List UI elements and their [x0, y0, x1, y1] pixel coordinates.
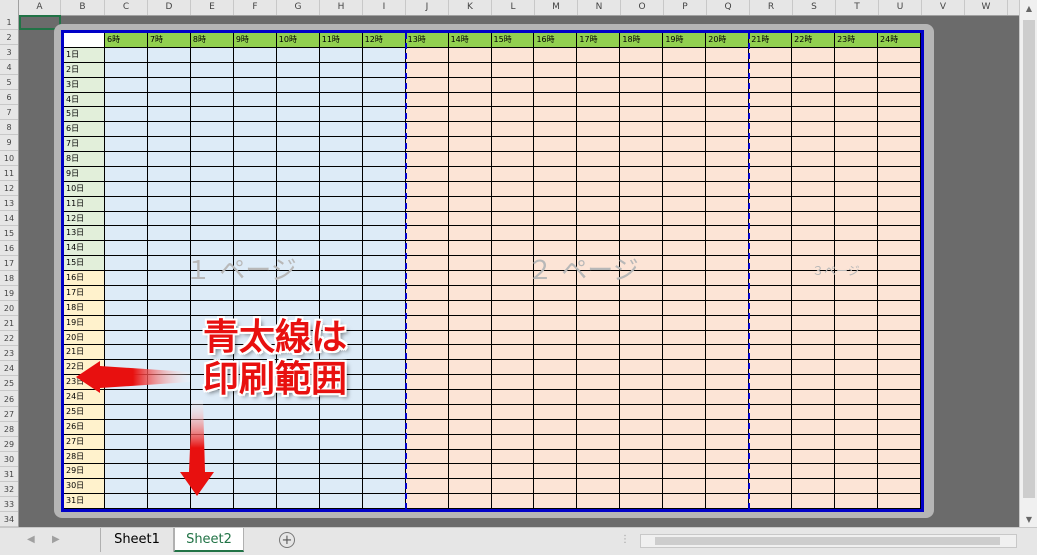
next-sheet-icon[interactable]: ▶: [52, 534, 60, 545]
down-arrow-icon: [180, 400, 214, 496]
tab-sheet2[interactable]: Sheet2: [174, 528, 244, 552]
horizontal-scroll-thumb[interactable]: [655, 537, 1000, 545]
scroll-up-icon[interactable]: ▲: [1023, 3, 1035, 15]
tab-sheet1[interactable]: Sheet1: [100, 528, 174, 552]
vertical-scroll-thumb[interactable]: [1023, 20, 1035, 498]
sheet-tab-bar: ◀ ▶ Sheet1 Sheet2 + ⋮: [0, 527, 1037, 555]
prev-sheet-icon[interactable]: ◀: [27, 534, 35, 545]
callout-line-1: 青太線は: [203, 317, 348, 358]
scroll-down-icon[interactable]: ▼: [1023, 514, 1035, 526]
callout-line-2: 印刷範囲: [203, 359, 348, 400]
left-arrow-icon: [76, 361, 190, 393]
tab-split-handle-icon[interactable]: ⋮: [620, 534, 630, 545]
horizontal-scrollbar[interactable]: [640, 534, 1017, 548]
red-arrows: [76, 361, 214, 496]
vertical-scrollbar[interactable]: ▲ ▼: [1019, 0, 1037, 527]
add-sheet-button[interactable]: +: [279, 532, 295, 548]
print-area-callout: 青太線は 印刷範囲: [203, 317, 347, 401]
